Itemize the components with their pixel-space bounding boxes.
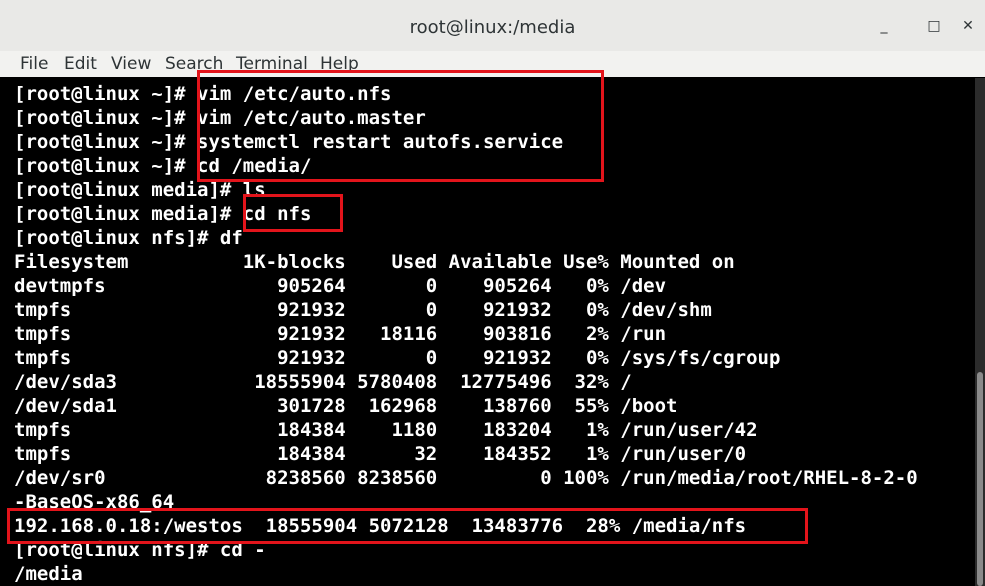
df-row-wrap: -BaseOS-x86_64 <box>14 491 175 513</box>
scrollbar[interactable] <box>975 78 985 586</box>
menu-edit[interactable]: Edit <box>64 54 97 74</box>
df-row: /dev/sda1 301728 162968 138760 55% /boot <box>14 395 678 417</box>
terminal-line: [root@linux ~]# vim /etc/auto.master <box>14 107 426 129</box>
menu-view[interactable]: View <box>111 54 151 74</box>
title-bar[interactable]: root@linux:/media _ □ ✕ <box>0 0 985 52</box>
terminal-line: [root@linux ~]# cd /media/ <box>14 155 312 177</box>
terminal-line: /media <box>14 563 83 585</box>
df-row: tmpfs 921932 0 921932 0% /sys/fs/cgroup <box>14 347 781 369</box>
menu-file[interactable]: File <box>20 54 48 74</box>
terminal-line: [root@linux media]# cd nfs <box>14 203 312 225</box>
menu-terminal[interactable]: Terminal <box>236 54 308 74</box>
window-title: root@linux:/media <box>409 17 576 38</box>
df-row: tmpfs 921932 0 921932 0% /dev/shm <box>14 299 712 321</box>
terminal-line: [root@linux ~]# systemctl restart autofs… <box>14 131 564 153</box>
df-row: tmpfs 921932 18116 903816 2% /run <box>14 323 667 345</box>
menu-search[interactable]: Search <box>165 54 223 74</box>
df-row-nfs: 192.168.0.18:/westos 18555904 5072128 13… <box>14 515 747 537</box>
maximize-icon[interactable]: □ <box>922 14 946 38</box>
df-row: /dev/sda3 18555904 5780408 12775496 32% … <box>14 371 632 393</box>
terminal-output[interactable]: [root@linux ~]# vim /etc/auto.nfs [root@… <box>14 82 974 586</box>
df-row: tmpfs 184384 1180 183204 1% /run/user/42 <box>14 419 758 441</box>
df-row: devtmpfs 905264 0 905264 0% /dev <box>14 275 667 297</box>
terminal-window: root@linux:/media _ □ ✕ File Edit View S… <box>0 0 985 586</box>
scrollbar-thumb[interactable] <box>977 372 983 586</box>
minimize-icon[interactable]: _ <box>872 14 896 38</box>
terminal-line: [root@linux nfs]# cd - <box>14 539 266 561</box>
terminal-line: [root@linux nfs]# df <box>14 227 243 249</box>
close-icon[interactable]: ✕ <box>956 14 980 38</box>
menu-help[interactable]: Help <box>320 54 359 74</box>
df-row: /dev/sr0 8238560 8238560 0 100% /run/med… <box>14 467 918 489</box>
terminal-line: [root@linux ~]# vim /etc/auto.nfs <box>14 83 392 105</box>
terminal-line: [root@linux media]# ls <box>14 179 266 201</box>
df-row: tmpfs 184384 32 184352 1% /run/user/0 <box>14 443 747 465</box>
menu-bar: File Edit View Search Terminal Help <box>0 51 985 77</box>
df-header: Filesystem 1K-blocks Used Available Use%… <box>14 251 735 273</box>
